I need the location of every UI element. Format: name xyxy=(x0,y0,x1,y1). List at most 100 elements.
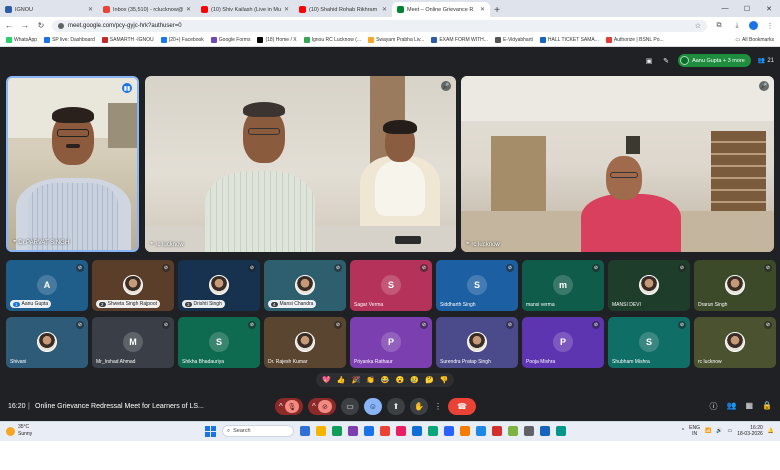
participant-tile[interactable]: P ⊘ Priyanka Rathaur xyxy=(350,317,432,368)
bookmark-item[interactable]: Google Forms xyxy=(210,37,250,43)
reaction-sad[interactable]: 😢 xyxy=(410,376,419,384)
close-icon[interactable]: ✕ xyxy=(382,6,387,13)
all-bookmarks[interactable]: ▭ All Bookmarks xyxy=(735,37,774,43)
participant-tile[interactable]: M ⊘ Mr_Irshad Ahmad xyxy=(92,317,174,368)
notifications-icon[interactable]: 🔔 xyxy=(768,428,774,434)
participant-tile[interactable]: ⊘ MANSI DEVI xyxy=(608,260,690,311)
battery-icon[interactable]: ▭ xyxy=(727,428,732,434)
taskbar-app-icon[interactable] xyxy=(492,426,502,436)
clock[interactable]: 16:20 18-03-2026 xyxy=(737,425,763,437)
new-tab-button[interactable]: + xyxy=(490,3,504,17)
participant-tile[interactable]: ⊘ 3 Drishti Singh xyxy=(178,260,260,311)
leave-call-button[interactable]: ☎ xyxy=(448,398,476,415)
language-indicator[interactable]: ENG IN xyxy=(689,425,700,437)
bookmark-item[interactable]: SAMARTH -IGNOU xyxy=(101,37,154,43)
camera-off-icon[interactable]: ⊘ xyxy=(317,400,332,413)
taskbar-app-icon[interactable] xyxy=(396,426,406,436)
present-button[interactable]: ⬆ xyxy=(387,398,405,415)
taskbar-app-icon[interactable] xyxy=(540,426,550,436)
captions-button[interactable]: ▭ xyxy=(341,398,359,415)
chevron-up-icon[interactable]: ^ xyxy=(682,428,684,434)
people-icon[interactable]: 👥 xyxy=(727,401,737,412)
taskbar-app-icon[interactable] xyxy=(476,426,486,436)
reload-icon[interactable]: ↻ xyxy=(36,21,46,30)
taskbar-search[interactable]: ⌕ Search xyxy=(222,425,294,437)
video-tile-room[interactable]: 🎤 ⌖ rc lucknow xyxy=(145,76,456,252)
video-tile-office[interactable]: 🎤 ⌖ rc lucknow xyxy=(461,76,774,252)
bookmark-item[interactable]: Ignou RC Lucknow (... xyxy=(303,37,361,43)
participant-tile[interactable]: ⊘ 2 Shweta Singh Rajpoot xyxy=(92,260,174,311)
participant-tile[interactable]: S ⊘ Siddharth Singh xyxy=(436,260,518,311)
taskbar-app-icon[interactable] xyxy=(508,426,518,436)
taskbar-app-icon[interactable] xyxy=(364,426,374,436)
bookmark-star-icon[interactable]: ☆ xyxy=(695,22,701,30)
forward-icon[interactable]: → xyxy=(20,21,30,30)
bookmark-item[interactable]: SP live: Dashboard xyxy=(44,37,95,43)
participant-tile[interactable]: ⊘ rc lucknow xyxy=(694,317,776,368)
taskbar-app-icon[interactable] xyxy=(444,426,454,436)
participant-count[interactable]: 👥 21 xyxy=(758,57,774,65)
tab-youtube-2[interactable]: (10) Shahid Rohab Rikhram Si ✕ xyxy=(294,2,392,17)
participant-tile[interactable]: S ⊘ Shikha Bhadauriya xyxy=(178,317,260,368)
raise-hand-button[interactable]: ✋ xyxy=(410,398,428,415)
downloads-icon[interactable]: ⤓ xyxy=(731,22,743,30)
bookmark-item[interactable]: Swayam Prabha Liv... xyxy=(368,37,424,43)
address-bar[interactable]: meet.google.com/pcy-gyjc-hrk?authuser=0 … xyxy=(52,19,707,32)
chevron-up-icon[interactable]: ^ xyxy=(279,402,283,411)
taskbar-app-icon[interactable] xyxy=(556,426,566,436)
taskbar-app-icon[interactable] xyxy=(316,426,326,436)
activities-icon[interactable]: ▦ xyxy=(745,401,753,412)
emoji-button[interactable]: ☺ xyxy=(364,398,382,415)
extensions-icon[interactable]: ⧉ xyxy=(713,22,725,30)
back-icon[interactable]: ← xyxy=(4,21,14,30)
tab-youtube-1[interactable]: (10) Shiv Kailash (Live in Mumb ✕ xyxy=(196,2,294,17)
participant-tile[interactable]: ⊘ Dr. Rajesh Kumar xyxy=(264,317,346,368)
taskbar-app-icon[interactable] xyxy=(460,426,470,436)
volume-icon[interactable]: 🔊 xyxy=(716,428,722,434)
taskbar-app-icon[interactable] xyxy=(524,426,534,436)
reaction-celebrate[interactable]: 🎉 xyxy=(351,376,360,384)
taskbar-app-icon[interactable] xyxy=(348,426,358,436)
close-icon[interactable]: ✕ xyxy=(186,6,191,13)
profile-avatar[interactable] xyxy=(749,21,758,30)
participant-tile[interactable]: S ⊘ Shubham Mishra xyxy=(608,317,690,368)
close-window-icon[interactable]: ✕ xyxy=(758,0,780,17)
bookmark-item[interactable]: EXAM FORM WITH... xyxy=(431,37,488,43)
taskbar-app-icon[interactable] xyxy=(332,426,342,436)
reaction-surprised[interactable]: 😮 xyxy=(396,376,405,384)
weather-widget[interactable]: 35°C Sunny xyxy=(6,424,32,438)
reaction-clap[interactable]: 👏 xyxy=(366,376,375,384)
taskbar-app-icon[interactable] xyxy=(428,426,438,436)
bookmark-item[interactable]: HALL TICKET SAMA... xyxy=(539,37,599,43)
site-info-icon[interactable] xyxy=(58,22,64,29)
participant-tile[interactable]: S ⊘ Sagar Verma xyxy=(350,260,432,311)
bookmark-item[interactable]: E-Vidyabharti xyxy=(494,37,533,43)
reaction-laugh[interactable]: 😂 xyxy=(381,376,390,384)
reaction-thumbs-down[interactable]: 👎 xyxy=(440,376,449,384)
bookmark-item[interactable]: (18) Home / X xyxy=(257,37,297,43)
close-icon[interactable]: ✕ xyxy=(88,6,93,13)
bookmark-item[interactable]: (20+) Facebook xyxy=(160,37,204,43)
taskbar-app-icon[interactable] xyxy=(300,426,310,436)
participant-tile[interactable]: ⊘ Drarun Singh xyxy=(694,260,776,311)
camera-toggle-button[interactable]: ^ ⊘ xyxy=(308,398,336,415)
reaction-heart[interactable]: 💖 xyxy=(322,376,331,384)
tab-gmail[interactable]: Inbox (35,510) - rclucknow@ignou ✕ xyxy=(98,2,196,17)
close-icon[interactable]: ✕ xyxy=(480,6,485,13)
windows-start-icon[interactable] xyxy=(205,425,216,437)
chevron-up-icon[interactable]: ^ xyxy=(312,402,316,411)
maximize-icon[interactable]: ☐ xyxy=(736,0,758,17)
participant-tile[interactable]: A ⊘ 1 Aanu Gupta xyxy=(6,260,88,311)
bookmark-item[interactable]: WhatsApp xyxy=(6,37,37,43)
tab-ignou[interactable]: IGNOU ✕ xyxy=(0,2,98,17)
host-chip[interactable]: Aanu Gupta + 3 more xyxy=(678,54,751,67)
participant-tile[interactable]: P ⊘ Pooja Mishra xyxy=(522,317,604,368)
participant-tile[interactable]: m ⊘ mansi verma xyxy=(522,260,604,311)
participant-tile[interactable]: ⊘ 4 Mansi Chandra xyxy=(264,260,346,311)
close-icon[interactable]: ✕ xyxy=(284,6,289,13)
taskbar-app-icon[interactable] xyxy=(412,426,422,436)
menu-icon[interactable]: ⋮ xyxy=(764,22,776,30)
reaction-thinking[interactable]: 🤔 xyxy=(425,376,434,384)
taskbar-app-icon[interactable] xyxy=(380,426,390,436)
video-tile-speaker[interactable]: ▮▮ ⌖ Dr.PARVAT SINGH xyxy=(6,76,139,252)
